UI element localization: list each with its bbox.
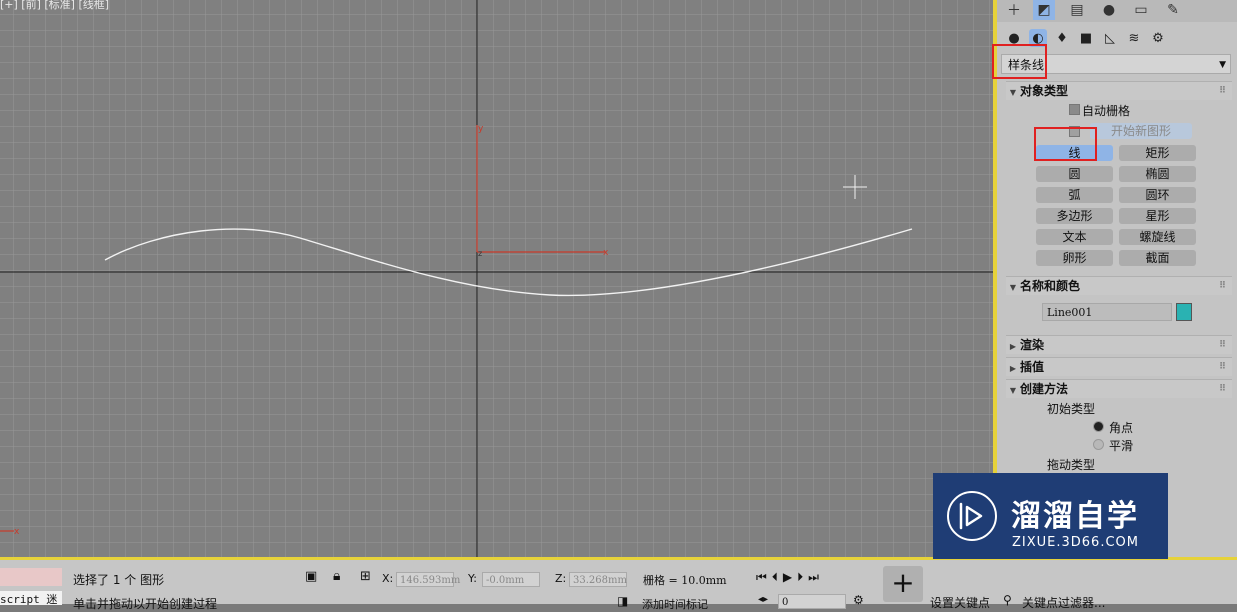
z-label: Z:	[555, 572, 567, 585]
create-icon[interactable]: ＋	[1003, 0, 1025, 20]
key-filter-icon[interactable]: ⚲	[1003, 593, 1012, 607]
rollout-expanded-icon: ▼	[1009, 386, 1017, 395]
crosshair-cursor-icon	[843, 175, 867, 199]
rollout-interpolation[interactable]: ▶ 插值 ⠿	[1006, 357, 1232, 376]
maxscript-listener-top[interactable]	[0, 568, 62, 586]
systems-icon[interactable]: ⚙	[1149, 29, 1167, 47]
modify-icon[interactable]: ◩	[1033, 0, 1055, 20]
ngon-button[interactable]: 多边形	[1036, 208, 1113, 224]
go-to-end-icon[interactable]: ⏭	[808, 570, 824, 584]
rollout-creation-method[interactable]: ▼ 创建方法 ⠿	[1006, 379, 1232, 398]
rollout-rendering[interactable]: ▶ 渲染 ⠿	[1006, 335, 1232, 354]
helpers-icon[interactable]: ◺	[1101, 29, 1119, 47]
display-icon[interactable]: ▭	[1130, 0, 1152, 20]
lights-icon[interactable]: ♦	[1053, 29, 1071, 47]
gizmo-z-label: z	[478, 249, 482, 258]
auto-grid-label: 自动栅格	[1082, 104, 1131, 118]
corner-label: 角点	[1109, 421, 1134, 435]
corner-radio[interactable]	[1093, 421, 1104, 432]
key-filters-button[interactable]: 关键点过滤器...	[1022, 594, 1105, 611]
rollout-object-type-title: 对象类型	[1020, 84, 1069, 98]
egg-button[interactable]: 卵形	[1036, 250, 1113, 266]
selection-status: 选择了 1 个 图形	[73, 573, 165, 587]
rollout-grip-icon: ⠿	[1218, 281, 1226, 291]
object-color-swatch[interactable]	[1176, 303, 1192, 321]
go-to-start-icon[interactable]: ⏮	[756, 570, 772, 584]
add-time-tag-button[interactable]: 添加时间标记	[642, 596, 708, 612]
smooth-radio[interactable]	[1093, 439, 1104, 450]
previous-frame-icon[interactable]: ⏴	[772, 570, 783, 584]
auto-grid-checkbox[interactable]	[1069, 104, 1080, 115]
drag-type-label: 拖动类型	[1047, 458, 1096, 472]
rollout-object-type[interactable]: ▼ 对象类型 ⠿	[1006, 81, 1232, 100]
initial-type-label: 初始类型	[1047, 402, 1096, 416]
rollout-expanded-icon: ▼	[1009, 283, 1017, 292]
maxscript-input[interactable]: script 迷	[0, 591, 62, 605]
spline-line001	[104, 228, 913, 297]
site-watermark: 溜溜自学 ZIXUE.3D66.COM	[933, 473, 1168, 559]
object-name-field[interactable]: Line001	[1042, 303, 1172, 321]
smooth-label: 平滑	[1109, 439, 1134, 453]
rollout-collapsed-icon: ▶	[1009, 364, 1017, 373]
rollout-grip-icon: ⠿	[1218, 362, 1226, 372]
current-frame-field[interactable]: 0	[778, 594, 846, 609]
time-tag-icon[interactable]: ◨	[617, 594, 628, 608]
viewport-canvas: y x z x	[0, 0, 993, 557]
z-coordinate-field[interactable]: 33.268mm	[569, 572, 627, 587]
utilities-icon[interactable]: ✎	[1162, 0, 1184, 20]
playback-controls: ⏮⏴▶⏵⏭	[756, 570, 824, 585]
cameras-icon[interactable]: ■	[1077, 29, 1095, 47]
start-new-shape-button[interactable]: 开始新图形	[1090, 123, 1192, 139]
rollout-collapsed-icon: ▶	[1009, 342, 1017, 351]
grid-size: 栅格 = 10.0mm	[643, 574, 727, 587]
arc-button[interactable]: 弧	[1036, 187, 1113, 203]
rollout-name-color[interactable]: ▼ 名称和颜色 ⠿	[1006, 276, 1232, 295]
front-viewport[interactable]: [+] [前] [标准] [线框] y x z x	[0, 0, 993, 557]
hierarchy-icon[interactable]: ▤	[1066, 0, 1088, 20]
time-config-icon[interactable]: ⚙	[853, 593, 864, 607]
highlight-line-button	[1034, 127, 1097, 161]
highlight-category	[992, 44, 1047, 79]
rollout-grip-icon: ⠿	[1218, 86, 1226, 96]
command-panel-tabs: ＋ ◩ ▤ ● ▭ ✎	[997, 0, 1237, 22]
set-key-button[interactable]: 设置关键点	[930, 594, 990, 611]
rollout-rendering-title: 渲染	[1020, 338, 1045, 352]
absolute-mode-icon[interactable]: ⊞	[360, 569, 371, 584]
x-coordinate-field[interactable]: 146.593mm	[396, 572, 460, 587]
corner-axis-x-label: x	[14, 527, 20, 537]
play-logo-icon	[947, 491, 997, 541]
watermark-title: 溜溜自学	[1011, 499, 1139, 534]
motion-icon[interactable]: ●	[1098, 0, 1120, 20]
rollout-grip-icon: ⠿	[1218, 340, 1226, 350]
x-label: X:	[382, 572, 394, 585]
text-button[interactable]: 文本	[1036, 229, 1113, 245]
star-button[interactable]: 星形	[1119, 208, 1196, 224]
rectangle-button[interactable]: 矩形	[1119, 145, 1196, 161]
rollout-interpolation-title: 插值	[1020, 360, 1045, 374]
donut-button[interactable]: 圆环	[1119, 187, 1196, 203]
isolate-selection-icon[interactable]: ▣	[305, 569, 317, 584]
helix-button[interactable]: 螺旋线	[1119, 229, 1196, 245]
spacewarps-icon[interactable]: ≋	[1125, 29, 1143, 47]
rollout-grip-icon: ⠿	[1218, 384, 1226, 394]
circle-button[interactable]: 圆	[1036, 166, 1113, 182]
play-icon[interactable]: ▶	[783, 570, 797, 584]
status-bar: script 迷 选择了 1 个 图形 单击并拖动以开始创建过程 ▣ 🔒︎ ⊞ …	[0, 557, 1237, 611]
set-key-big-button[interactable]: +	[883, 566, 923, 602]
ellipse-button[interactable]: 椭圆	[1119, 166, 1196, 182]
rollout-creation-method-title: 创建方法	[1020, 382, 1069, 396]
watermark-url: ZIXUE.3D66.COM	[1012, 535, 1139, 550]
rollout-name-color-title: 名称和颜色	[1020, 279, 1081, 293]
gizmo-y-label: y	[478, 124, 484, 134]
chevron-down-icon: ▼	[1219, 60, 1226, 70]
key-mode-icon[interactable]: ◂▸	[758, 594, 768, 605]
y-label: Y:	[468, 572, 477, 585]
next-frame-icon[interactable]: ⏵	[797, 570, 808, 584]
gizmo-x-label: x	[603, 248, 609, 258]
section-button[interactable]: 截面	[1119, 250, 1196, 266]
lock-icon[interactable]: 🔒︎	[333, 568, 340, 584]
rollout-expanded-icon: ▼	[1009, 88, 1017, 97]
y-coordinate-field[interactable]: -0.0mm	[482, 572, 540, 587]
